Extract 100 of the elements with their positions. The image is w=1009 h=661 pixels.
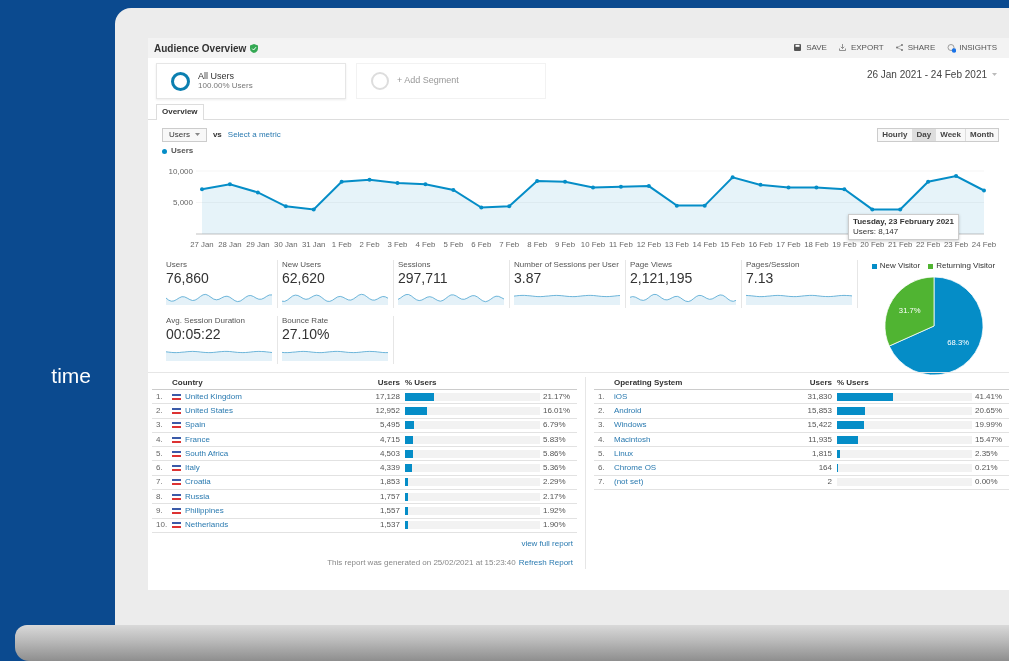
row-link[interactable]: France <box>185 435 210 444</box>
row-link[interactable]: Italy <box>185 464 200 473</box>
legend-label: New Visitor <box>879 260 921 272</box>
row-link[interactable]: United Kingdom <box>185 392 242 401</box>
row-link[interactable]: Linux <box>613 449 634 458</box>
caret-icon <box>194 133 200 137</box>
data-point <box>227 182 232 187</box>
toolbar-button[interactable]: SAVE <box>788 43 833 53</box>
row-rank: 3. <box>155 421 164 430</box>
table-cell: 1.92% <box>542 507 566 515</box>
row-link[interactable]: Spain <box>185 421 206 430</box>
period-button[interactable]: Month <box>965 128 998 142</box>
data-point <box>367 177 372 182</box>
row-rank: 9. <box>155 507 164 515</box>
data-point <box>507 204 512 209</box>
metric-value: 2,121,195 <box>630 269 694 286</box>
table-cell-text: 15,422 <box>806 421 833 430</box>
data-point <box>200 187 204 192</box>
add-segment-button[interactable]: + Add Segment <box>356 63 546 99</box>
data-point <box>339 179 344 184</box>
table-cell-text: 1,757 <box>378 492 401 501</box>
table-cell: 5.86% <box>542 449 566 458</box>
row-link[interactable]: Croatia <box>185 478 211 487</box>
tooltip-reading: Users: 8,147 <box>852 227 900 237</box>
data-point <box>423 182 428 187</box>
table-cell-text: 1,853 <box>378 478 401 487</box>
row-link[interactable]: South Africa <box>185 449 229 458</box>
row-rank: 4. <box>596 435 606 444</box>
column-header: % Users <box>404 379 438 387</box>
data-point <box>563 179 568 184</box>
period-button[interactable]: Day <box>911 128 936 142</box>
flag-icon <box>172 450 181 457</box>
data-point <box>898 207 903 212</box>
data-point <box>535 179 540 184</box>
table-cell-text: 17,128 <box>374 392 401 401</box>
row-link[interactable]: Macintosh <box>613 435 651 444</box>
table-cell: 41.41% <box>975 392 1003 401</box>
data-point <box>283 204 288 209</box>
flag-icon <box>172 479 181 486</box>
row-link[interactable]: Philippines <box>185 507 224 515</box>
flag-icon <box>172 522 181 529</box>
segment-name: All Users <box>198 71 235 82</box>
flag-icon <box>172 436 181 443</box>
share-icon <box>895 43 905 53</box>
segment-detail: 100.00% Users <box>198 81 253 91</box>
table-cell-text: 1,537 <box>378 521 401 530</box>
metric-value: 27.10% <box>282 325 331 342</box>
row-rank: 7. <box>155 478 164 487</box>
row-link[interactable]: Chrome OS <box>613 464 657 473</box>
flag-icon <box>172 422 181 429</box>
toolbar-button[interactable]: SHARE <box>889 43 942 53</box>
full-report-link[interactable]: view full report <box>521 538 573 548</box>
row-link[interactable]: United States <box>185 406 234 415</box>
row-link[interactable]: Netherlands <box>185 521 229 530</box>
metric-label: Avg. Session Duration <box>166 316 246 326</box>
select-metric-link[interactable]: Select a metric <box>227 129 281 141</box>
row-link[interactable]: (not set) <box>613 478 644 487</box>
data-point <box>730 175 735 180</box>
date-range-picker[interactable]: 26 Jan 2021 - 24 Feb 2021 <box>862 63 1001 86</box>
table-cell-text: 1,815 <box>810 449 833 458</box>
table-cell: 2.17% <box>542 492 566 501</box>
table-cell: 0.00% <box>975 478 998 487</box>
metric-value: 7.13 <box>746 269 775 286</box>
metric-dropdown[interactable]: Users <box>162 127 207 143</box>
data-point <box>479 205 484 210</box>
segment-card[interactable]: All Users 100.00% Users <box>156 63 346 99</box>
metric-label: Users <box>166 260 188 270</box>
toolbar-button[interactable]: EXPORT <box>832 43 890 53</box>
report-note: This report was generated on 25/02/2021 at 15:23:40 <box>327 556 516 569</box>
insights-icon <box>947 43 957 53</box>
row-rank: 2. <box>596 406 606 415</box>
toolbar-button[interactable]: INSIGHTS <box>941 43 1003 53</box>
y-axis-label: 10,000 <box>168 166 193 176</box>
data-point <box>591 185 595 190</box>
period-button[interactable]: Week <box>935 128 965 142</box>
table-cell-text: 1,557 <box>378 507 401 515</box>
caret-icon <box>992 73 997 76</box>
row-link[interactable]: Windows <box>613 421 647 430</box>
table-cell: 21.17% <box>542 392 571 401</box>
slice-label: 31.7% <box>898 306 921 316</box>
column-header: Country <box>172 379 204 387</box>
row-link[interactable]: iOS <box>613 392 628 401</box>
data-point <box>674 203 679 208</box>
vs-label: vs <box>212 129 222 141</box>
data-point <box>451 187 456 192</box>
data-point <box>311 207 316 212</box>
data-point <box>758 182 763 187</box>
row-link[interactable]: Android <box>613 406 642 415</box>
period-button[interactable]: Hourly <box>878 128 912 142</box>
row-rank: 4. <box>155 435 164 444</box>
table-cell: 20.65% <box>975 406 1003 415</box>
tab[interactable]: Overview <box>156 104 204 120</box>
row-link[interactable]: Russia <box>185 492 210 501</box>
refresh-report-link[interactable]: Refresh Report <box>518 556 573 569</box>
table-cell: 1.90% <box>542 521 566 530</box>
table-cell: 5.83% <box>542 435 566 444</box>
slice-label: 68.3% <box>946 337 969 347</box>
column-header: Users <box>376 379 401 387</box>
metric-label: Page Views <box>630 260 674 270</box>
data-point <box>926 179 931 184</box>
